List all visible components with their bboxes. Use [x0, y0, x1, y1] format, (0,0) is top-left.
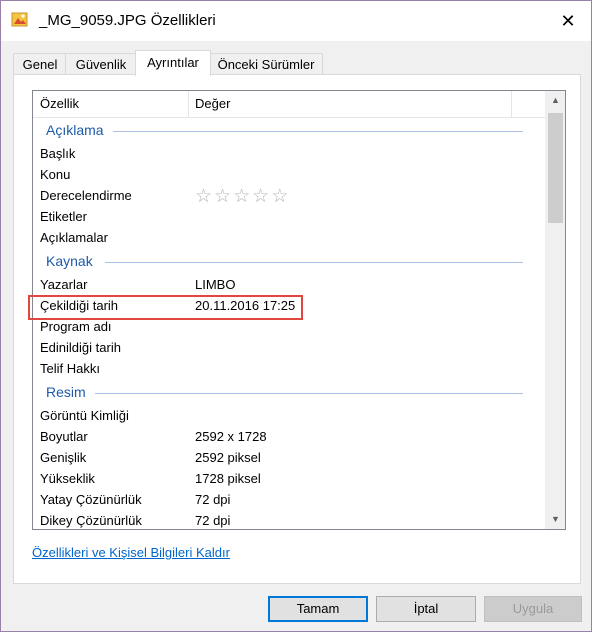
group-title: Resim: [46, 384, 86, 400]
list-item[interactable]: Telif Hakkı: [33, 358, 545, 379]
column-header-value[interactable]: Değer: [195, 96, 230, 111]
property-name: Açıklamalar: [40, 230, 108, 245]
close-button[interactable]: ✕: [545, 1, 591, 41]
property-name: Yatay Çözünürlük: [40, 492, 142, 507]
property-name: Konu: [40, 167, 71, 182]
property-name: Program adı: [40, 319, 112, 334]
group-divider: [113, 131, 523, 132]
remove-properties-link[interactable]: Özellikleri ve Kişisel Bilgileri Kaldır: [32, 545, 230, 560]
star-icon[interactable]: ☆: [195, 186, 214, 207]
group-title: Kaynak: [46, 253, 93, 269]
group-header-description[interactable]: Açıklama: [33, 117, 545, 143]
list-item[interactable]: Yazarlar LIMBO: [33, 274, 545, 295]
list-item[interactable]: Etiketler: [33, 206, 545, 227]
list-item[interactable]: Derecelendirme ☆☆☆☆☆: [33, 185, 545, 208]
group-title: Açıklama: [46, 122, 104, 138]
chevron-up-icon[interactable]: ▲: [546, 91, 565, 110]
property-name: Dikey Çözünürlük: [40, 513, 142, 528]
tab-details[interactable]: Ayrıntılar: [135, 50, 211, 76]
scrollbar-thumb[interactable]: [548, 113, 563, 223]
group-header-image[interactable]: Resim: [33, 379, 545, 405]
highlight-annotation-box: [28, 295, 303, 320]
cancel-button[interactable]: İptal: [376, 596, 476, 622]
rating-stars[interactable]: ☆☆☆☆☆: [195, 185, 290, 208]
list-item[interactable]: Başlık: [33, 143, 545, 164]
list-item[interactable]: Konu: [33, 164, 545, 185]
property-name: Başlık: [40, 146, 76, 161]
star-icon[interactable]: ☆: [252, 186, 271, 207]
list-item[interactable]: Açıklamalar: [33, 227, 545, 248]
group-divider: [95, 393, 523, 394]
property-value: 2592 piksel: [195, 450, 261, 465]
properties-dialog: _MG_9059.JPG Özellikleri ✕ Genel Güvenli…: [0, 0, 592, 632]
apply-button[interactable]: Uygula: [484, 596, 582, 622]
title-bar: _MG_9059.JPG Özellikleri ✕: [1, 1, 591, 41]
list-item[interactable]: Yükseklik 1728 piksel: [33, 468, 545, 489]
property-name: Yükseklik: [40, 471, 95, 486]
column-header-property[interactable]: Özellik: [40, 96, 79, 111]
list-item[interactable]: Boyutlar 2592 x 1728: [33, 426, 545, 447]
property-value: 72 dpi: [195, 513, 231, 528]
star-icon[interactable]: ☆: [214, 186, 233, 207]
property-name: Genişlik: [40, 450, 87, 465]
star-icon[interactable]: ☆: [233, 186, 252, 207]
property-value: 1728 piksel: [195, 471, 261, 486]
tab-previous-versions[interactable]: Önceki Sürümler: [209, 53, 323, 75]
column-divider[interactable]: [188, 91, 189, 117]
property-name: Boyutlar: [40, 429, 88, 444]
property-name: Görüntü Kimliği: [40, 408, 129, 423]
list-item[interactable]: Yatay Çözünürlük 72 dpi: [33, 489, 545, 510]
property-name: Derecelendirme: [40, 188, 132, 203]
list-rows: Açıklama Başlık Konu Derecelendirme ☆☆☆☆…: [33, 117, 545, 529]
list-header: Özellik Değer: [33, 91, 545, 118]
column-divider[interactable]: [511, 91, 512, 117]
tab-general[interactable]: Genel: [13, 53, 67, 75]
image-file-icon: [11, 11, 29, 27]
list-item[interactable]: Genişlik 2592 piksel: [33, 447, 545, 468]
list-item[interactable]: Dikey Çözünürlük 72 dpi: [33, 510, 545, 529]
property-name: Etiketler: [40, 209, 87, 224]
close-icon: ✕: [560, 10, 576, 31]
property-name: Edinildiği tarih: [40, 340, 121, 355]
group-header-source[interactable]: Kaynak: [33, 248, 545, 274]
details-panel: Özellik Değer Açıklama Başlık Konu Derec…: [13, 74, 581, 584]
tab-security[interactable]: Güvenlik: [65, 53, 137, 75]
property-name: Yazarlar: [40, 277, 88, 292]
property-value: 2592 x 1728: [195, 429, 267, 444]
star-icon[interactable]: ☆: [271, 186, 290, 207]
list-item[interactable]: Edinildiği tarih: [33, 337, 545, 358]
window-title: _MG_9059.JPG Özellikleri: [39, 12, 216, 29]
property-name: Telif Hakkı: [40, 361, 100, 376]
group-divider: [105, 262, 523, 263]
list-item[interactable]: Görüntü Kimliği: [33, 405, 545, 426]
vertical-scrollbar[interactable]: ▲ ▼: [545, 91, 565, 529]
property-value: LIMBO: [195, 277, 236, 292]
property-value: 72 dpi: [195, 492, 231, 507]
ok-button[interactable]: Tamam: [268, 596, 368, 622]
chevron-down-icon[interactable]: ▼: [546, 510, 565, 529]
